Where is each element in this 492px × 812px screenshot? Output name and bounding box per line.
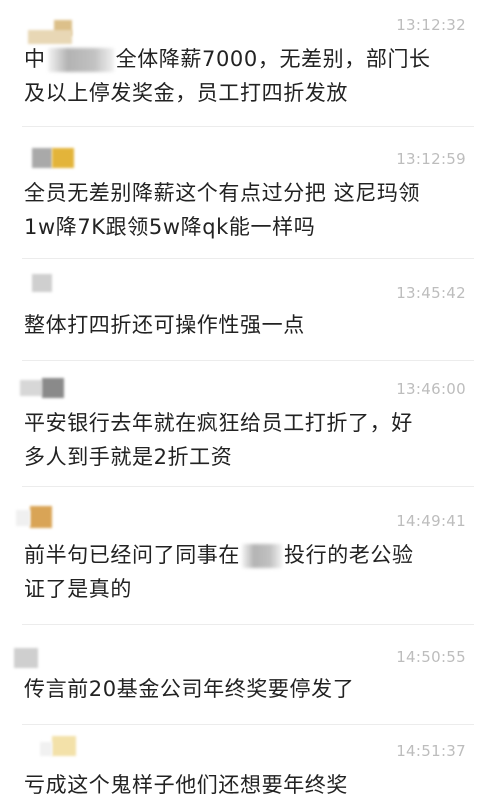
timestamp: 14:50:55 [396, 648, 466, 666]
comment-line: 及以上停发奖金，员工打四折发放 [24, 81, 348, 105]
avatar[interactable] [30, 274, 82, 300]
comment-text: 亏成这个鬼样子他们还想要年终奖 [24, 768, 470, 802]
comment-line: 平安银行去年就在疯狂给员工打折了，好 [24, 411, 413, 435]
avatar[interactable] [40, 736, 92, 762]
timestamp: 13:45:42 [396, 284, 466, 302]
comment-line-text: 前半句已经问了同事在 [24, 543, 240, 567]
avatar[interactable] [32, 148, 84, 174]
comment-line-text: 全体降薪7000，无差别，部门长 [115, 47, 431, 71]
timestamp: 13:46:00 [396, 380, 466, 398]
divider [22, 486, 474, 487]
divider [22, 360, 474, 361]
comment-line: 证了是真的 [24, 577, 132, 601]
comment-line: 多人到手就是2折工资 [24, 445, 233, 469]
timestamp: 14:51:37 [396, 742, 466, 760]
comment-line: 整体打四折还可操作性强一点 [24, 313, 305, 337]
redaction-blur [242, 544, 282, 568]
comment-line: 全员无差别降薪这个有点过分把 这尼玛领 [24, 181, 421, 205]
redaction-blur [47, 48, 114, 72]
timestamp: 14:49:41 [396, 512, 466, 530]
timestamp: 13:12:59 [396, 150, 466, 168]
comment-line: 亏成这个鬼样子他们还想要年终奖 [24, 773, 348, 797]
comment-line-text: 投行的老公验 [284, 543, 414, 567]
comment-feed: 13:12:32 中 全体降薪7000，无差别，部门长 及以上停发奖金，员工打四折… [0, 0, 492, 812]
comment-line: 中 全体降薪7000，无差别，部门长 [24, 42, 470, 76]
comment-line: 前半句已经问了同事在 投行的老公验 [24, 538, 470, 572]
divider [22, 258, 474, 259]
comment-line: 传言前20基金公司年终奖要停发了 [24, 677, 355, 701]
comment-text: 传言前20基金公司年终奖要停发了 [24, 672, 470, 706]
comment-text: 整体打四折还可操作性强一点 [24, 308, 470, 342]
divider [22, 624, 474, 625]
avatar[interactable] [14, 648, 66, 674]
comment-text: 全员无差别降薪这个有点过分把 这尼玛领 1w降7K跟领5w降qk能一样吗 [24, 176, 470, 244]
avatar[interactable] [16, 506, 82, 532]
divider [22, 724, 474, 725]
comment-text: 中 全体降薪7000，无差别，部门长 及以上停发奖金，员工打四折发放 [24, 42, 470, 110]
comment-line-text: 中 [24, 47, 46, 71]
avatar[interactable] [20, 378, 72, 404]
comment-text: 前半句已经问了同事在 投行的老公验 证了是真的 [24, 538, 470, 606]
comment-line: 1w降7K跟领5w降qk能一样吗 [24, 215, 316, 239]
divider [22, 126, 474, 127]
timestamp: 13:12:32 [396, 16, 466, 34]
comment-text: 平安银行去年就在疯狂给员工打折了，好 多人到手就是2折工资 [24, 406, 470, 474]
